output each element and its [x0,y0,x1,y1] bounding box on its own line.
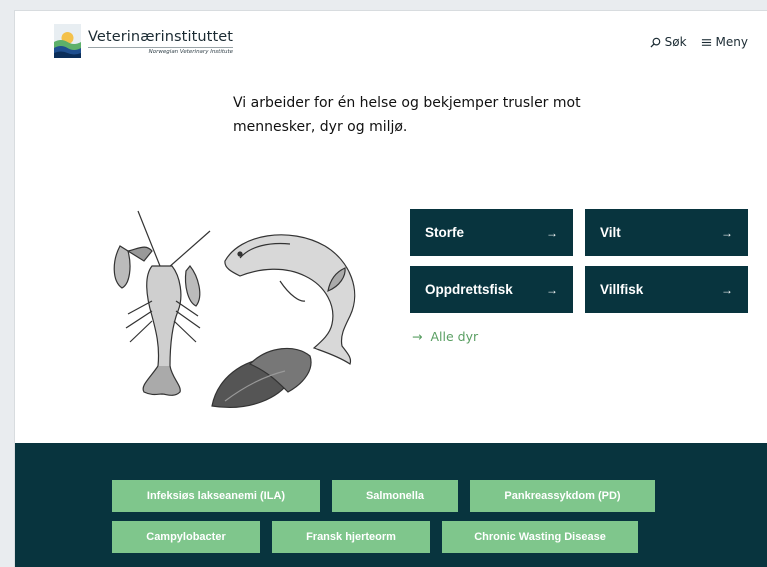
arrow-right-icon: → [546,282,558,297]
menu-label: Meny [715,35,748,49]
logo-text: Veterinærinstituttet Norwegian Veterinar… [88,28,234,55]
all-animals-link[interactable]: → Alle dyr [412,329,478,344]
disease-band: Infeksiøs lakseanemi (ILA) Salmonella Pa… [15,443,767,567]
disease-tag-ila[interactable]: Infeksiøs lakseanemi (ILA) [112,480,320,512]
salmon-drawing [224,234,356,365]
arrow-right-icon: → [412,329,423,344]
mussel-drawing [211,347,312,408]
disease-tag-cwd[interactable]: Chronic Wasting Disease [442,521,638,553]
search-icon [650,37,660,48]
intro-line-2: mennesker, dyr og miljø. [233,119,408,135]
logo-mark-icon [54,24,81,58]
disease-tag-fransk-hjerteorm[interactable]: Fransk hjerteorm [272,521,430,553]
animal-tile-storfe[interactable]: Storfe → [410,209,573,256]
animal-tile-oppdrettsfisk[interactable]: Oppdrettsfisk → [410,266,573,313]
search-button[interactable]: Søk [650,35,687,49]
animal-tile-villfisk[interactable]: Villfisk → [585,266,748,313]
header-nav: Søk Meny [650,35,748,49]
site-logo[interactable]: Veterinærinstituttet Norwegian Veterinar… [54,24,234,58]
arrow-right-icon: → [721,282,733,297]
disease-tag-salmonella[interactable]: Salmonella [332,480,458,512]
animal-tile-label: Storfe [425,225,465,240]
animal-tile-label: Vilt [600,225,621,240]
lobster-drawing [113,210,211,396]
hamburger-icon [701,38,711,46]
animals-illustration [113,210,356,408]
menu-button[interactable]: Meny [701,35,748,49]
all-animals-label: Alle dyr [430,329,479,344]
animal-tile-vilt[interactable]: Vilt → [585,209,748,256]
animal-tile-label: Oppdrettsfisk [425,282,513,297]
logo-subtitle: Norwegian Veterinary Institute [88,46,234,55]
disease-tag-campylobacter[interactable]: Campylobacter [112,521,260,553]
logo-name: Veterinærinstituttet [88,28,234,45]
arrow-right-icon: → [721,225,733,240]
animal-tile-label: Villfisk [600,282,644,297]
arrow-right-icon: → [546,225,558,240]
page: Veterinærinstituttet Norwegian Veterinar… [14,10,767,567]
intro-line-1: Vi arbeider for én helse og bekjemper tr… [233,95,581,111]
intro-text: Vi arbeider for én helse og bekjemper tr… [233,91,593,139]
disease-tag-pd[interactable]: Pankreassykdom (PD) [470,480,655,512]
search-label: Søk [664,35,687,49]
